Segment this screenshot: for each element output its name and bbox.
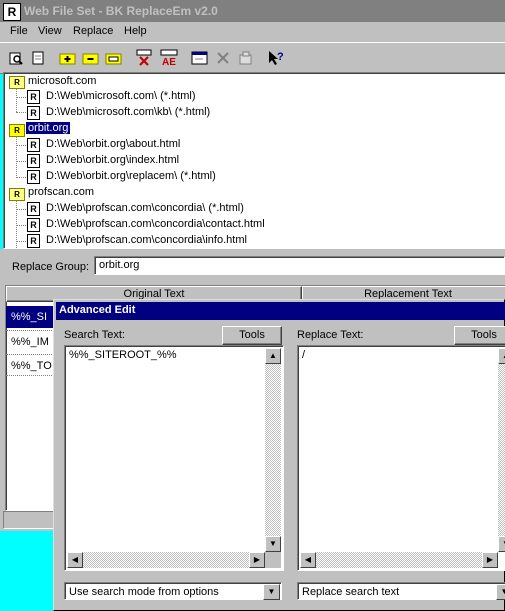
menu-file-label: File <box>10 25 28 37</box>
replace-mode-select[interactable]: Replace search text ▼ <box>297 582 505 600</box>
search-text-area[interactable]: %%_SITEROOT_%% ▲ ▼ ◀ ▶ <box>64 345 284 571</box>
tree-item[interactable]: D:\Web\orbit.org\index.html <box>46 154 179 166</box>
replace-h-scrollbar[interactable]: ◀ ▶ <box>300 552 498 568</box>
table-row[interactable]: %%_IM <box>6 330 56 352</box>
tree-item[interactable]: D:\Web\microsoft.com\kb\ (*.html) <box>46 106 210 118</box>
scroll-corner <box>265 552 281 568</box>
scroll-left-icon[interactable]: ◀ <box>67 552 83 568</box>
search-mode-select[interactable]: Use search mode from options ▼ <box>64 582 282 600</box>
window-title: Web File Set - BK ReplaceEm v2.0 <box>24 4 218 18</box>
scroll-right-icon[interactable]: ▶ <box>249 552 265 568</box>
window-icon[interactable] <box>189 47 211 69</box>
tree-item[interactable]: D:\Web\profscan.com\concordia\contact.ht… <box>46 218 265 230</box>
folder-item-icon: R <box>27 106 40 120</box>
group-icon: R <box>9 76 25 89</box>
search-text-value: %%_SITEROOT_%% <box>69 349 177 361</box>
group-icon: R <box>9 188 25 201</box>
search-text-label: Search Text: <box>64 329 125 341</box>
menu-view-label: View <box>38 25 62 37</box>
advanced-edit-dialog: Advanced Edit Search Text: Tools Replace… <box>53 299 505 611</box>
scroll-down-icon[interactable]: ▼ <box>498 536 505 552</box>
grid-cell: %%_IM <box>11 336 49 348</box>
dialog-title: Advanced Edit <box>59 304 136 316</box>
title-bar: R Web File Set - BK ReplaceEm v2.0 <box>0 0 505 22</box>
rename-group-icon[interactable] <box>103 47 125 69</box>
add-group-icon[interactable] <box>57 47 79 69</box>
replace-mode-value: Replace search text <box>302 586 400 598</box>
tree-item[interactable]: D:\Web\profscan.com\concordia\info.html <box>46 234 247 246</box>
scroll-down-icon[interactable]: ▼ <box>265 536 281 552</box>
replace-text-label: Replace Text: <box>297 329 364 341</box>
tree-group-profscan[interactable]: profscan.com <box>28 186 94 198</box>
help-cursor-icon[interactable]: ? <box>265 47 287 69</box>
properties-icon[interactable] <box>234 47 256 69</box>
search-tools-button[interactable]: Tools <box>222 326 282 345</box>
delete-icon[interactable] <box>212 47 234 69</box>
replace-tools-label: Tools <box>471 329 497 341</box>
chevron-down-icon[interactable]: ▼ <box>496 584 505 600</box>
menu-replace-label: Replace <box>73 25 114 37</box>
file-item-icon: R <box>27 234 40 248</box>
dialog-title-bar: Advanced Edit <box>56 302 505 320</box>
scroll-left-icon[interactable]: ◀ <box>300 552 316 568</box>
chevron-down-icon[interactable]: ▼ <box>263 584 280 600</box>
folder-item-icon: R <box>27 170 40 184</box>
search-mode-value: Use search mode from options <box>69 586 219 598</box>
svg-text:?: ? <box>277 51 284 63</box>
replace-group-value: orbit.org <box>99 259 140 271</box>
remove-group-icon[interactable] <box>80 47 102 69</box>
menu-view[interactable]: View <box>38 25 62 37</box>
menu-help-label: Help <box>124 25 147 37</box>
scroll-up-icon[interactable]: ▲ <box>265 348 281 364</box>
scroll-up-icon[interactable]: ▲ <box>498 348 505 364</box>
tree-item[interactable]: D:\Web\orbit.org\about.html <box>46 138 180 150</box>
print-preview-icon[interactable] <box>5 47 27 69</box>
search-v-scrollbar[interactable]: ▲ ▼ <box>265 348 281 552</box>
tree-item[interactable]: D:\Web\microsoft.com\ (*.html) <box>46 90 196 102</box>
table-row[interactable]: %%_SI <box>6 306 56 328</box>
replace-all-label: AE <box>162 57 176 67</box>
replace-v-scrollbar[interactable]: ▲ ▼ <box>498 348 505 552</box>
delete-replace-icon[interactable] <box>134 47 156 69</box>
file-item-icon: R <box>27 138 40 152</box>
replace-text-value: / <box>302 349 306 361</box>
file-item-icon: R <box>27 218 40 232</box>
tree-group-orbit[interactable]: orbit.org <box>26 122 71 134</box>
folder-item-icon: R <box>27 90 40 104</box>
scroll-right-icon[interactable]: ▶ <box>482 552 498 568</box>
grid-cell: %%_TO <box>11 360 52 372</box>
new-document-icon[interactable] <box>27 47 49 69</box>
replace-group-label: Replace Group: <box>12 261 90 273</box>
replace-text-area[interactable]: / ▲ ▼ ◀ ▶ <box>297 345 505 571</box>
replace-tools-button[interactable]: Tools <box>454 326 505 345</box>
replace-all-icon[interactable]: AE <box>157 47 183 69</box>
menu-bar: File View Replace Help <box>0 22 505 42</box>
app-icon: R <box>3 3 21 21</box>
replace-group-field[interactable]: orbit.org <box>94 256 505 275</box>
menu-file[interactable]: File <box>10 25 28 37</box>
folder-item-icon: R <box>27 202 40 216</box>
tree-item[interactable]: D:\Web\profscan.com\concordia\ (*.html) <box>46 202 244 214</box>
file-item-icon: R <box>27 154 40 168</box>
menu-help[interactable]: Help <box>124 25 147 37</box>
search-tools-label: Tools <box>239 329 265 341</box>
tree-item[interactable]: D:\Web\orbit.org\replacem\ (*.html) <box>46 170 216 182</box>
file-set-tree[interactable]: R microsoft.com R D:\Web\microsoft.com\ … <box>3 72 505 249</box>
grid-cell: %%_SI <box>11 311 48 323</box>
tree-group-microsoft[interactable]: microsoft.com <box>28 75 96 87</box>
search-h-scrollbar[interactable]: ◀ ▶ <box>67 552 265 568</box>
group-open-icon: R <box>9 124 25 137</box>
table-row[interactable]: %%_TO <box>6 354 56 376</box>
menu-replace[interactable]: Replace <box>73 25 113 37</box>
